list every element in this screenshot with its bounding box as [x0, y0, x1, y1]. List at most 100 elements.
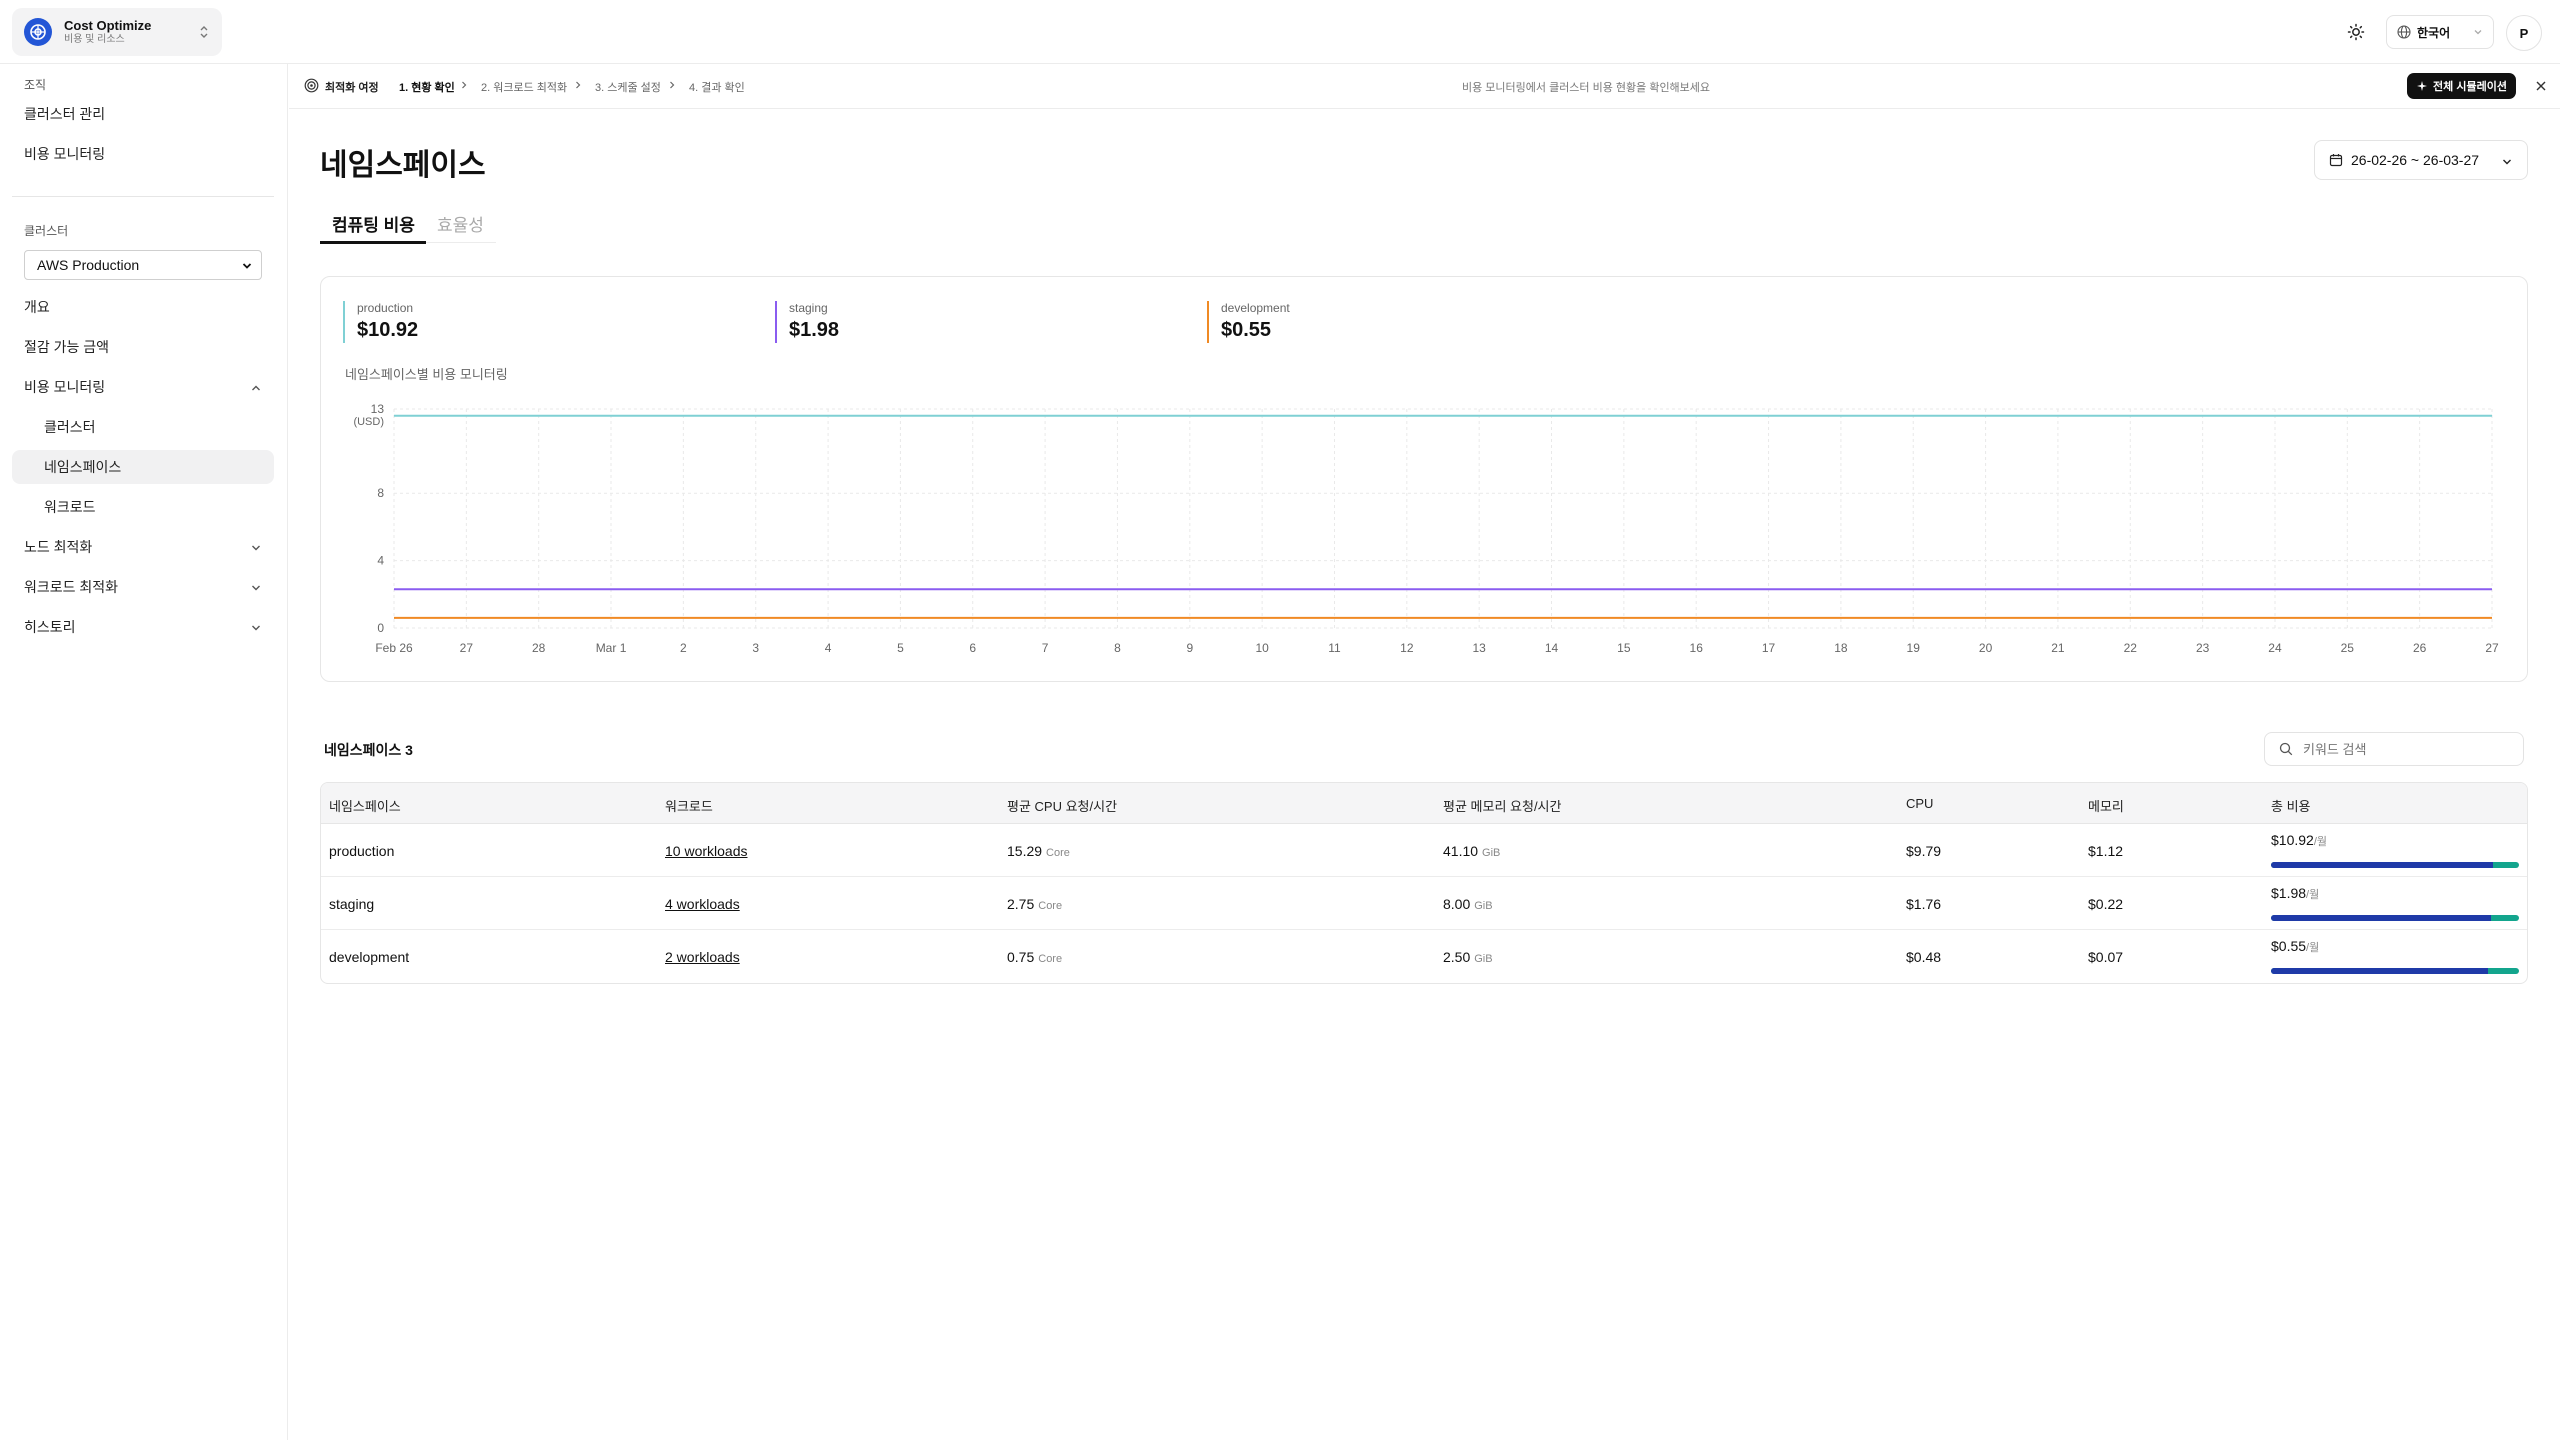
- calendar-icon: [2329, 154, 2343, 167]
- cell-avg-cpu: 15.29 Core: [1007, 843, 1070, 859]
- active-tab-indicator: [320, 241, 426, 244]
- x-tick-label: 16: [1690, 641, 1704, 655]
- chevron-right-icon: [670, 81, 675, 89]
- cell-cpu-cost: $1.76: [1906, 896, 1942, 912]
- x-tick-label: 22: [2124, 641, 2138, 655]
- sidebar-item-cluster[interactable]: 클러스터: [12, 410, 274, 444]
- date-range-value: 26-02-26 ~ 26-03-27: [2351, 152, 2480, 168]
- org-section-label: 조직: [24, 78, 47, 92]
- sidebar-item-label: 비용 모니터링: [24, 379, 106, 395]
- tab-computing-cost[interactable]: 컴퓨팅 비용: [332, 211, 415, 236]
- sidebar-item-overview[interactable]: 개요: [12, 290, 274, 324]
- tab-efficiency[interactable]: 효율성: [437, 211, 484, 236]
- cell-avg-cpu: 0.75 Core: [1007, 949, 1062, 965]
- x-tick-label: 8: [1114, 641, 1121, 655]
- sidebar-divider: [12, 196, 274, 197]
- y-tick-label: 4: [377, 554, 384, 568]
- target-icon: [304, 78, 319, 93]
- x-tick-label: 4: [825, 641, 832, 655]
- cluster-section-label: 클러스터: [24, 224, 69, 238]
- journey-step-3[interactable]: 3. 스케줄 설정: [595, 79, 661, 95]
- workloads-link[interactable]: 4 workloads: [665, 896, 740, 912]
- chevron-down-icon: [252, 625, 260, 631]
- cost-chart-card: production $10.92 staging $1.98 developm…: [320, 276, 2528, 682]
- cpu-value: 0.75: [1007, 949, 1035, 965]
- cell-cpu-cost: $0.48: [1906, 949, 1942, 965]
- app-switcher[interactable]: Cost Optimize 비용 및 리소스: [12, 8, 222, 56]
- cpu-unit: Core: [1038, 900, 1063, 912]
- header-total-cost[interactable]: 총 비용: [2271, 796, 2311, 815]
- y-axis-label: (USD): [353, 416, 384, 428]
- cell-total-cost: $10.92/월: [2271, 832, 2519, 868]
- sidebar-item-node-optimization[interactable]: 노드 최적화: [12, 530, 274, 564]
- header-namespace[interactable]: 네임스페이스: [329, 796, 401, 815]
- avatar[interactable]: P: [2506, 15, 2542, 51]
- header-avg-memory[interactable]: 평균 메모리 요청/시간: [1443, 796, 1561, 815]
- cpu-value: 2.75: [1007, 896, 1035, 912]
- cell-namespace: development: [329, 949, 410, 965]
- journey-step-2[interactable]: 2. 워크로드 최적화: [481, 79, 567, 95]
- journey-hint: 비용 모니터링에서 클러스터 비용 현황을 확인해보세요: [1462, 82, 1711, 94]
- sidebar-item-label: 네임스페이스: [44, 459, 122, 475]
- date-range-picker[interactable]: 26-02-26 ~ 26-03-27: [2314, 140, 2528, 180]
- x-tick-label: 23: [2196, 641, 2210, 655]
- sidebar-item-cost-monitoring[interactable]: 비용 모니터링: [12, 370, 274, 404]
- x-tick-label: Mar 1: [596, 641, 627, 655]
- cell-avg-memory: 2.50 GiB: [1443, 949, 1493, 965]
- sidebar-link-cost-monitoring[interactable]: 비용 모니터링: [24, 144, 105, 164]
- cell-namespace: staging: [329, 896, 375, 912]
- cell-namespace: production: [329, 843, 395, 859]
- sidebar-item-history[interactable]: 히스토리: [12, 610, 274, 644]
- x-tick-label: 19: [1907, 641, 1921, 655]
- sidebar-item-workload-optimization[interactable]: 워크로드 최적화: [12, 570, 274, 604]
- table-row[interactable]: staging 4 workloads 2.75 Core 8.00 GiB $1.…: [321, 877, 2527, 930]
- chevron-up-icon: [252, 385, 260, 391]
- x-tick-label: 24: [2268, 641, 2282, 655]
- header-avg-cpu[interactable]: 평균 CPU 요청/시간: [1007, 796, 1117, 815]
- search-input[interactable]: [2303, 741, 2503, 757]
- cell-avg-cpu: 2.75 Core: [1007, 896, 1062, 912]
- sidebar-item-label: 절감 가능 금액: [24, 339, 110, 355]
- workloads-link[interactable]: 10 workloads: [665, 843, 748, 859]
- journey-step-4[interactable]: 4. 결과 확인: [689, 79, 745, 95]
- cpu-cost-fill: [2271, 862, 2494, 868]
- per-month: /월: [2306, 942, 2320, 954]
- y-tick-label: 13: [371, 402, 385, 416]
- cpu-cost-fill: [2271, 915, 2492, 921]
- cell-memory-cost: $0.22: [2088, 896, 2124, 912]
- language-select[interactable]: 한국어: [2386, 15, 2494, 49]
- sidebar-item-workload[interactable]: 워크로드: [12, 490, 274, 524]
- chevron-down-icon: [2474, 30, 2482, 35]
- table-row[interactable]: production 10 workloads 15.29 Core 41.10 G…: [321, 824, 2527, 877]
- sidebar-item-label: 히스토리: [24, 619, 76, 635]
- chevron-down-icon: [242, 263, 252, 269]
- sidebar-item-label: 클러스터: [44, 419, 96, 435]
- total-cost-value: $0.55: [2271, 938, 2307, 954]
- sidebar-item-savings[interactable]: 절감 가능 금액: [12, 330, 274, 364]
- journey-step-1[interactable]: 1. 현황 확인: [399, 79, 455, 95]
- theme-toggle-button[interactable]: [2342, 18, 2370, 46]
- header-workloads[interactable]: 워크로드: [665, 796, 713, 815]
- cpu-value: 15.29: [1007, 843, 1043, 859]
- cluster-select-value: AWS Production: [37, 257, 140, 273]
- table-row[interactable]: development 2 workloads 0.75 Core 2.50 GiB…: [321, 930, 2527, 983]
- chevron-down-icon: [252, 585, 260, 591]
- full-simulation-button[interactable]: 전체 시뮬레이션: [2407, 73, 2516, 99]
- cpu-cost-fill: [2271, 968, 2488, 974]
- sidebar-link-cluster-management[interactable]: 클러스터 관리: [24, 104, 105, 124]
- close-icon[interactable]: [2533, 78, 2549, 94]
- total-cost-value: $10.92: [2271, 832, 2314, 848]
- x-tick-label: 18: [1834, 641, 1848, 655]
- cell-avg-memory: 41.10 GiB: [1443, 843, 1500, 859]
- sidebar-item-namespace[interactable]: 네임스페이스: [12, 450, 274, 484]
- x-tick-label: 7: [1042, 641, 1049, 655]
- header-memory[interactable]: 메모리: [2088, 796, 2124, 815]
- language-label: 한국어: [2417, 25, 2451, 40]
- search-icon: [2279, 742, 2293, 756]
- cluster-select[interactable]: AWS Production: [24, 250, 262, 280]
- header-cpu[interactable]: CPU: [1906, 796, 1933, 811]
- cpu-unit: Core: [1038, 953, 1063, 965]
- workloads-link[interactable]: 2 workloads: [665, 949, 740, 965]
- x-tick-label: 10: [1255, 641, 1269, 655]
- x-tick-label: 12: [1400, 641, 1414, 655]
